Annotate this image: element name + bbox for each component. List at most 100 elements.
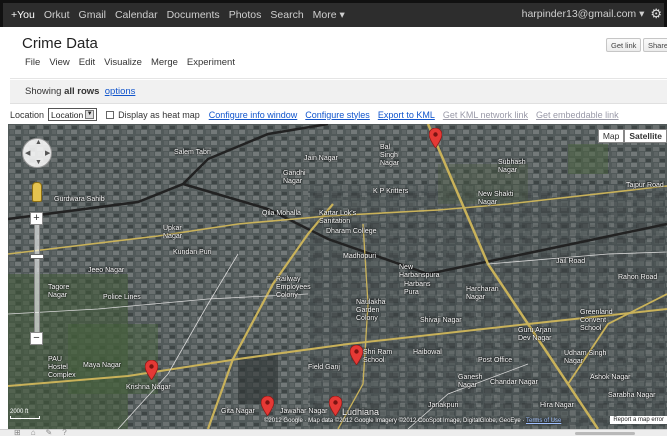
map-label: Tagore Nagar: [48, 284, 70, 299]
map-label: Kundan Puri: [173, 249, 212, 256]
map-label: Upkar Nagar: [163, 225, 183, 240]
map-scale: 2000 ft: [10, 409, 40, 419]
map-label: Chandar Nagar: [490, 379, 538, 386]
zoom-out-button[interactable]: −: [30, 332, 43, 345]
menu-visualize[interactable]: Visualize: [104, 57, 142, 68]
gbar-documents-link[interactable]: Documents: [167, 9, 220, 21]
map-label: Udham Singh Nagar: [564, 350, 607, 365]
map-type-map-button[interactable]: Map: [597, 129, 625, 143]
map-type-satellite-button[interactable]: Satellite: [624, 129, 667, 143]
map-imagery: [8, 124, 667, 429]
map-marker-icon[interactable]: [350, 345, 363, 365]
map-type-control: Map Satellite: [597, 129, 667, 143]
configure-info-window-link[interactable]: Configure info window: [209, 110, 298, 120]
status-strip: [0, 429, 667, 436]
map-label: K P Kritters: [373, 188, 409, 195]
account-area: harpinder13@gmail.com ▾ ⚙: [522, 6, 662, 22]
filter-prefix: Showing: [25, 86, 65, 97]
location-select-value: Location: [51, 109, 84, 120]
filter-rows: all rows: [64, 86, 100, 97]
map-marker-icon[interactable]: [145, 360, 158, 380]
map-label: Gurdwara Sahib: [54, 196, 105, 203]
zoom-slider-handle[interactable]: [30, 254, 44, 259]
map-marker-icon[interactable]: [429, 128, 442, 148]
menu-bar: File View Edit Visualize Merge Experimen…: [25, 57, 244, 68]
gbar-you-link[interactable]: +You: [11, 9, 35, 21]
map-label: Madhopuri: [343, 253, 377, 260]
map-label: Harbans Pura: [404, 281, 431, 296]
map-label: Dharam College: [326, 228, 377, 235]
gbar-orkut-link[interactable]: Orkut: [44, 9, 70, 21]
gbar-gmail-link[interactable]: Gmail: [79, 9, 106, 21]
street-view-pegman-icon[interactable]: [32, 182, 42, 202]
help-icon[interactable]: ?: [62, 428, 76, 436]
map-label: Kartar Lok's Sanitation: [319, 210, 357, 225]
footer-icons: ⊞⌂✎?: [14, 428, 77, 436]
gbar-more-menu[interactable]: More ▾: [313, 9, 345, 21]
home-icon[interactable]: ⌂: [31, 428, 46, 436]
pan-right-icon[interactable]: ▶: [45, 149, 50, 157]
footer-slider[interactable]: [575, 432, 635, 435]
page-title: Crime Data: [22, 35, 98, 52]
heatmap-label: Display as heat map: [118, 109, 200, 120]
map-label: Qila Mohalla: [262, 210, 301, 217]
map-label: Jeeo Nagar: [88, 267, 125, 274]
map-label: Greenland Convent School: [580, 309, 613, 332]
map-label: Post Office: [478, 357, 513, 364]
grid-icon[interactable]: ⊞: [14, 428, 31, 436]
gbar-calendar-link[interactable]: Calendar: [115, 9, 158, 21]
gbar-photos-link[interactable]: Photos: [229, 9, 262, 21]
map-label: Ludhiana: [342, 407, 380, 417]
pan-down-icon[interactable]: ▼: [35, 159, 42, 166]
map-copyright: ©2012 Google · Map data ©2012 Google Ima…: [264, 418, 561, 424]
map-label: Janakpuri: [428, 402, 459, 409]
gear-icon[interactable]: ⚙: [650, 6, 662, 22]
menu-edit[interactable]: Edit: [79, 57, 95, 68]
menu-file[interactable]: File: [25, 57, 40, 68]
map-label: Police Lines: [103, 294, 141, 301]
map-marker-icon[interactable]: [329, 396, 342, 416]
report-map-error-link[interactable]: Report a map error: [610, 416, 667, 424]
configure-styles-link[interactable]: Configure styles: [305, 110, 370, 120]
map-label: Tajpur Road: [626, 182, 664, 189]
tools-icon[interactable]: ✎: [46, 428, 63, 436]
pan-control[interactable]: ▲ ▼ ◀ ▶: [22, 138, 52, 168]
map-label: Ashok Nagar: [590, 374, 631, 381]
zoom-in-button[interactable]: +: [30, 212, 43, 225]
location-select[interactable]: Location ▼: [48, 108, 98, 121]
satellite-map[interactable]: Salem Tabri Jain Nagar Bal Singh Nagar S…: [8, 124, 667, 429]
zoom-slider-track[interactable]: [34, 217, 40, 337]
map-label: Subhash Nagar: [498, 159, 526, 174]
pan-up-icon[interactable]: ▲: [35, 139, 42, 146]
menu-view[interactable]: View: [49, 57, 69, 68]
get-link-button[interactable]: Get link: [606, 38, 642, 52]
map-label: Railway Employees Colony: [276, 276, 311, 299]
map-label: Haibowal: [413, 349, 442, 356]
map-label: Shri Ram School: [363, 349, 393, 364]
kml-network-link: Get KML network link: [442, 109, 529, 120]
scale-bar: [10, 416, 40, 419]
map-label: Field Ganj: [308, 364, 340, 371]
map-label: Maya Nagar: [83, 362, 122, 369]
map-marker-icon[interactable]: [261, 396, 274, 416]
share-button[interactable]: Share: [643, 38, 667, 52]
export-kml-link[interactable]: Export to KML: [378, 110, 435, 120]
map-label: Gita Nagar: [221, 408, 255, 415]
pan-left-icon[interactable]: ◀: [25, 149, 30, 157]
map-label: Jail Road: [556, 258, 586, 265]
chevron-down-icon: ▼: [85, 110, 95, 119]
filter-options-link[interactable]: options: [105, 86, 136, 97]
menu-merge[interactable]: Merge: [151, 57, 178, 68]
map-label: Gandhi Nagar: [283, 170, 306, 185]
map-label: New Harbanspura: [399, 264, 440, 279]
map-label: Jawahar Nagar: [280, 408, 328, 415]
heatmap-checkbox[interactable]: [106, 110, 115, 119]
gbar-search-link[interactable]: Search: [270, 9, 303, 21]
menu-experiment[interactable]: Experiment: [187, 57, 235, 68]
account-email[interactable]: harpinder13@gmail.com ▾: [522, 8, 645, 20]
map-label: Guru Arjan Dev Nagar: [518, 327, 552, 342]
map-label: Salem Tabri: [174, 149, 211, 156]
terms-link[interactable]: Terms of Use: [526, 418, 561, 424]
map-label: Naulakha Garden Colony: [356, 299, 386, 322]
filter-summary: Showing all rows options: [25, 86, 135, 97]
